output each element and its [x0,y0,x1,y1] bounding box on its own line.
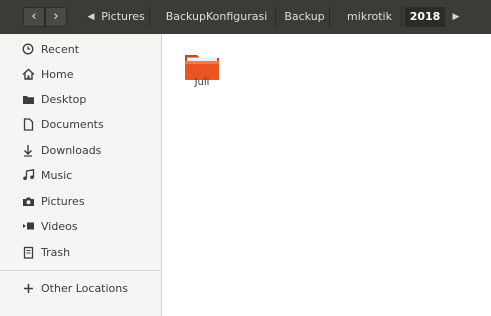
path-scroll-right-button[interactable]: ▶ [448,7,464,27]
sidebar-item-music[interactable]: Music [0,163,161,187]
download-icon [21,143,35,157]
sidebar-item-label: Downloads [41,143,102,157]
breadcrumb-pictures[interactable]: Pictures [97,7,150,27]
document-icon [21,117,35,131]
sidebar: Recent Home Desktop Documents Downloads … [0,34,162,316]
file-view[interactable]: Juli [163,34,491,316]
folder-label: Juli [194,77,210,88]
sidebar-item-documents[interactable]: Documents [0,112,161,136]
sidebar-item-pictures[interactable]: Pictures [0,189,161,213]
breadcrumb-backupkonfigurasi[interactable]: BackupKonfigurasi [158,7,276,27]
trash-icon [21,245,35,259]
video-icon [21,219,35,233]
sidebar-item-label: Documents [41,117,104,131]
sidebar-item-trash[interactable]: Trash [0,240,161,264]
back-button[interactable]: ‹ [23,7,45,27]
sidebar-item-label: Videos [41,219,78,233]
triangle-right-icon: ▶ [452,12,460,22]
sidebar-item-recent[interactable]: Recent [0,37,161,61]
sidebar-item-label: Recent [41,42,80,56]
breadcrumb-2018[interactable]: 2018 [405,7,445,27]
sidebar-item-label: Home [41,67,74,81]
sidebar-item-downloads[interactable]: Downloads [0,138,161,162]
clock-icon [21,42,35,56]
sidebar-separator [0,270,161,271]
header-bar: ‹ › ◀ Pictures BackupKonfigurasi Backup … [0,0,491,34]
sidebar-item-desktop[interactable]: Desktop [0,87,161,111]
sidebar-item-videos[interactable]: Videos [0,214,161,238]
breadcrumb-mikrotik[interactable]: mikrotik [338,7,402,27]
music-icon [21,168,35,182]
sidebar-item-label: Other Locations [41,281,128,295]
plus-icon [21,281,35,295]
sidebar-item-home[interactable]: Home [0,62,161,86]
home-icon [21,67,35,81]
triangle-left-icon: ◀ [87,12,95,22]
sidebar-item-label: Trash [41,245,71,259]
breadcrumb-backup[interactable]: Backup [280,7,330,27]
folder-icon [21,92,35,106]
forward-button[interactable]: › [45,7,67,27]
sidebar-item-label: Music [41,168,73,182]
sidebar-item-label: Pictures [41,194,85,208]
camera-icon [21,194,35,208]
sidebar-item-other-locations[interactable]: Other Locations [0,276,161,300]
sidebar-item-label: Desktop [41,92,87,106]
